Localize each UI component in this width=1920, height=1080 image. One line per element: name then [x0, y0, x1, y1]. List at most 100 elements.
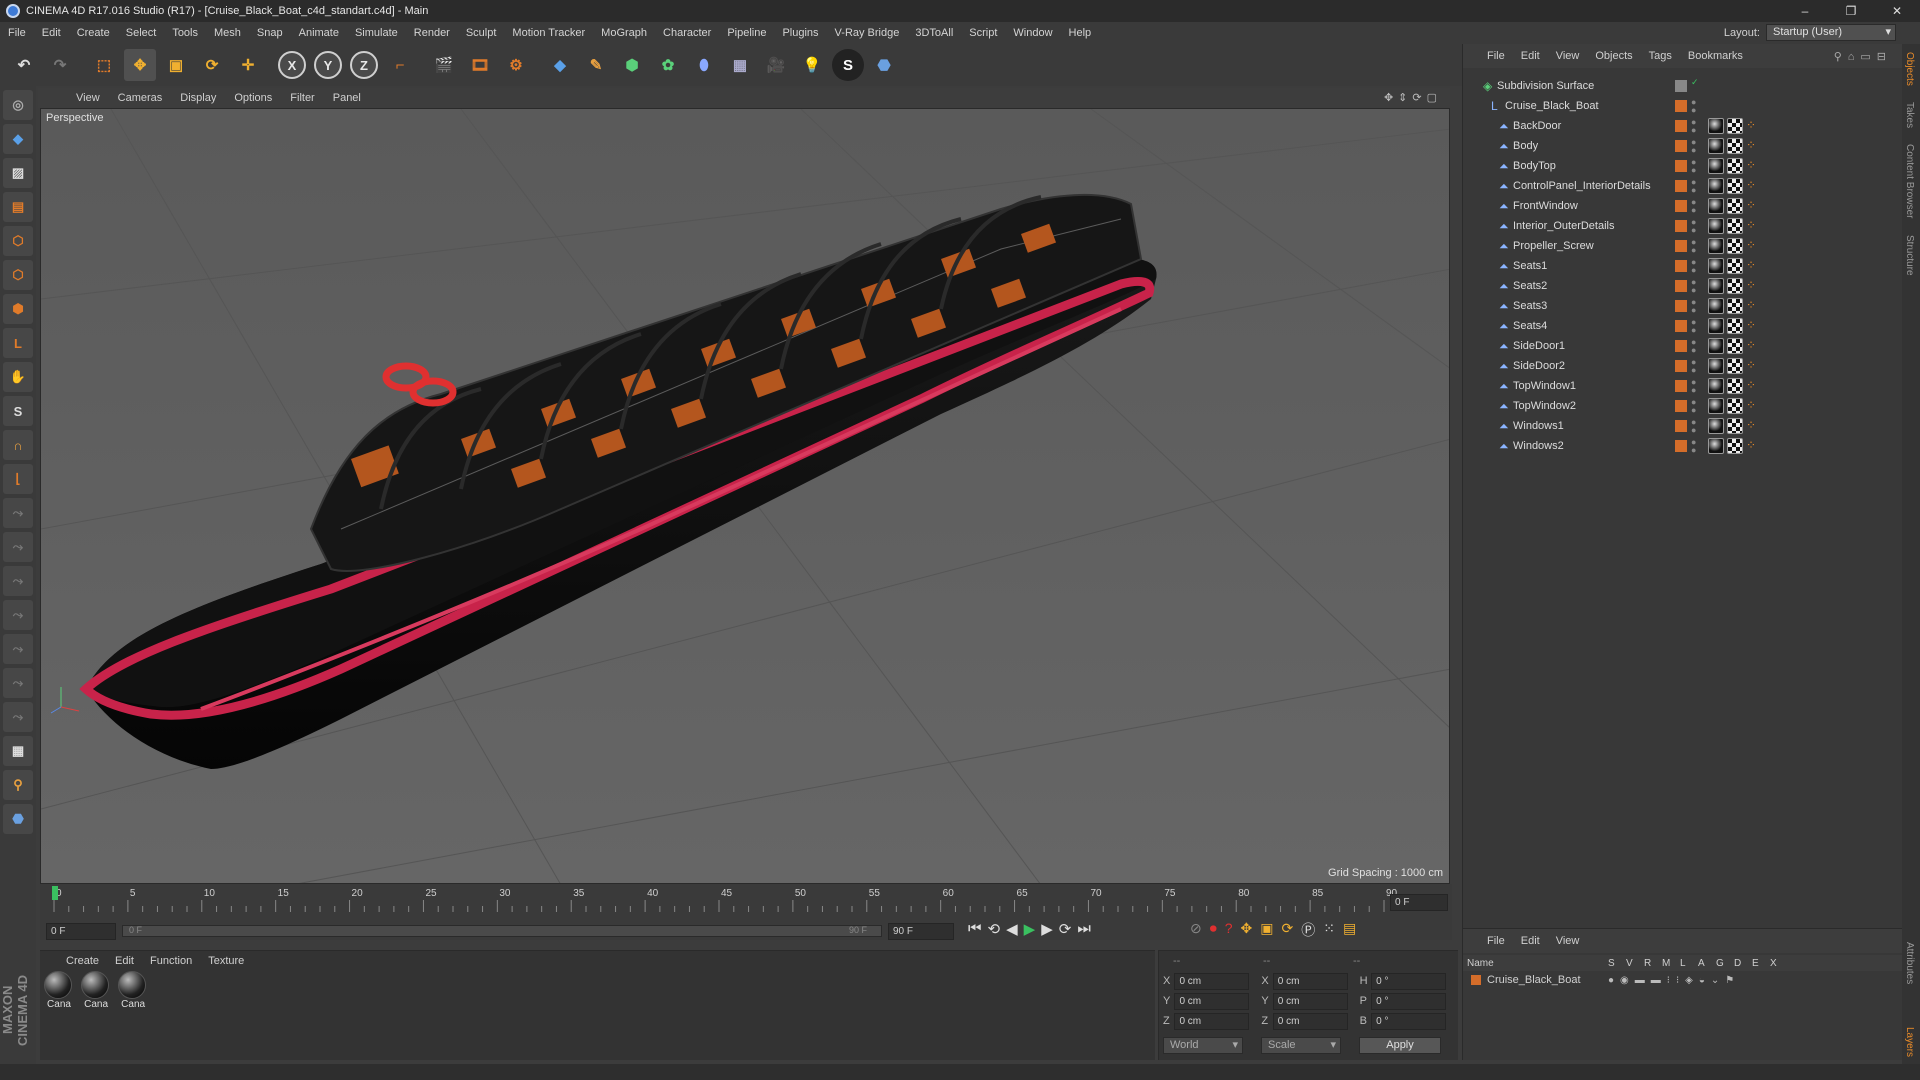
sculpt-smooth-icon[interactable]: ⤳ — [3, 566, 33, 596]
timeline-menu-icon[interactable]: ▤ — [1343, 920, 1356, 940]
object-tree-item[interactable]: ⏶ Windows2 ● ● ⁘ — [1463, 436, 1903, 456]
rotation-p-field[interactable]: 0 ° — [1371, 992, 1446, 1010]
object-tree-item[interactable]: ⏶ ControlPanel_InteriorDetails ● ● ⁘ — [1463, 176, 1903, 196]
close-button[interactable]: ✕ — [1874, 0, 1920, 22]
object-tree-item[interactable]: ⏶ FrontWindow ● ● ⁘ — [1463, 196, 1903, 216]
texture-tag-icon[interactable] — [1727, 418, 1743, 434]
layer-color-swatch[interactable] — [1675, 220, 1687, 232]
visibility-dots-icon[interactable]: ● ● — [1691, 98, 1696, 115]
material-tag-icon[interactable] — [1708, 298, 1724, 314]
object-tree-item[interactable]: L Cruise_Black_Boat ● ● — [1463, 96, 1903, 116]
mograph-cloner-icon[interactable]: ✿ — [652, 49, 684, 81]
phong-tag-icon[interactable]: ⁘ — [1746, 238, 1762, 254]
cube-object-icon[interactable]: ◆ — [544, 49, 576, 81]
object-tree-item[interactable]: ⏶ SideDoor1 ● ● ⁘ — [1463, 336, 1903, 356]
x-axis-lock-icon[interactable]: X — [276, 49, 308, 81]
play-icon[interactable]: ▶ — [1024, 920, 1036, 938]
phong-tag-icon[interactable]: ⁘ — [1746, 378, 1762, 394]
texture-tag-icon[interactable] — [1727, 438, 1743, 454]
workplane-icon[interactable]: ▤ — [3, 192, 33, 222]
material-tag-icon[interactable] — [1708, 418, 1724, 434]
object-tree-root[interactable]: ◈ Subdivision Surface ✓ — [1463, 76, 1903, 96]
material-tag-icon[interactable] — [1708, 338, 1724, 354]
layout-dropdown[interactable]: Startup (User) — [1766, 24, 1896, 41]
layer-color-swatch[interactable] — [1675, 320, 1687, 332]
layer-color-swatch[interactable] — [1675, 200, 1687, 212]
pen-spline-icon[interactable]: ✎ — [580, 49, 612, 81]
layer-color-swatch[interactable] — [1675, 440, 1687, 452]
sculpt-grab-icon[interactable]: ⤳ — [3, 668, 33, 698]
menu-sculpt[interactable]: Sculpt — [466, 27, 497, 39]
goto-start-icon[interactable]: ⏮ — [968, 920, 982, 938]
texture-tag-icon[interactable] — [1727, 358, 1743, 374]
object-tree-item[interactable]: ⏶ TopWindow1 ● ● ⁘ — [1463, 376, 1903, 396]
texture-tag-icon[interactable] — [1727, 378, 1743, 394]
texture-tag-icon[interactable] — [1727, 338, 1743, 354]
phong-tag-icon[interactable]: ⁘ — [1746, 298, 1762, 314]
y-axis-lock-icon[interactable]: Y — [312, 49, 344, 81]
material-item[interactable]: Cana — [44, 971, 74, 1010]
layer-color-swatch[interactable] — [1675, 120, 1687, 132]
restore-button[interactable]: ❐ — [1828, 0, 1874, 22]
goto-prev-key-icon[interactable]: ⟲ — [988, 920, 1001, 938]
size-x-field[interactable]: 0 cm — [1272, 972, 1348, 990]
minimize-button[interactable]: – — [1782, 0, 1828, 22]
menu-snap[interactable]: Snap — [257, 27, 283, 39]
om-menu-bookmarks[interactable]: Bookmarks — [1688, 50, 1743, 62]
coordinate-mode-dropdown[interactable]: World — [1163, 1037, 1243, 1054]
menu-help[interactable]: Help — [1069, 27, 1092, 39]
step-back-icon[interactable]: ◀ — [1006, 920, 1018, 938]
menu-edit[interactable]: Edit — [42, 27, 61, 39]
object-tree-item[interactable]: ⏶ Seats2 ● ● ⁘ — [1463, 276, 1903, 296]
sculpt-wax-icon[interactable]: ⤳ — [3, 702, 33, 732]
tab-layers[interactable]: Layers — [1902, 1019, 1917, 1065]
viewport-menu-options[interactable]: Options — [234, 92, 272, 104]
python-script-icon[interactable]: ⬣ — [3, 804, 33, 834]
texture-tag-icon[interactable] — [1727, 178, 1743, 194]
material-tag-icon[interactable] — [1708, 138, 1724, 154]
rotate-icon[interactable]: ⟳ — [196, 49, 228, 81]
perspective-viewport[interactable]: Perspective Grid Spacing : 1000 cm — [40, 108, 1450, 884]
layer-color-swatch[interactable] — [1675, 380, 1687, 392]
viewport-menu-display[interactable]: Display — [180, 92, 216, 104]
phong-tag-icon[interactable]: ⁘ — [1746, 158, 1762, 174]
object-tree-item[interactable]: ⏶ Windows1 ● ● ⁘ — [1463, 416, 1903, 436]
size-z-field[interactable]: 0 cm — [1272, 1012, 1348, 1030]
vray-icon[interactable]: S — [832, 49, 864, 81]
visibility-dots-icon[interactable]: ● ● — [1691, 298, 1696, 315]
material-menu-function[interactable]: Function — [150, 955, 192, 967]
material-tag-icon[interactable] — [1708, 198, 1724, 214]
object-tree-item[interactable]: ⏶ TopWindow2 ● ● ⁘ — [1463, 396, 1903, 416]
polygons-mode-icon[interactable]: ⬢ — [3, 294, 33, 324]
timeline-ruler[interactable]: 051015202530354045505560657075808590 0 F — [40, 884, 1452, 922]
object-tree-item[interactable]: ⏶ Body ● ● ⁘ — [1463, 136, 1903, 156]
menu-vray-bridge[interactable]: V-Ray Bridge — [835, 27, 900, 39]
object-tree-item[interactable]: ⏶ Seats4 ● ● ⁘ — [1463, 316, 1903, 336]
menu-create[interactable]: Create — [77, 27, 110, 39]
layer-color-swatch[interactable] — [1675, 140, 1687, 152]
light-icon[interactable]: 💡 — [796, 49, 828, 81]
menu-animate[interactable]: Animate — [299, 27, 339, 39]
end-frame-field[interactable]: 90 F — [888, 923, 954, 940]
layer-row[interactable]: Cruise_Black_Boat ●◉▬▬⁝⁝◈◒⌄⚑ — [1463, 971, 1902, 989]
tweak-icon[interactable]: ✋ — [3, 362, 33, 392]
visibility-dots-icon[interactable]: ● ● — [1691, 218, 1696, 235]
model-mode-icon[interactable]: ◆ — [3, 124, 33, 154]
menu-character[interactable]: Character — [663, 27, 711, 39]
texture-tag-icon[interactable] — [1727, 158, 1743, 174]
object-tree-item[interactable]: ⏶ BackDoor ● ● ⁘ — [1463, 116, 1903, 136]
snap-icon[interactable]: S — [3, 396, 33, 426]
z-axis-lock-icon[interactable]: Z — [348, 49, 380, 81]
texture-tag-icon[interactable] — [1727, 318, 1743, 334]
sculpt-flatten-icon[interactable]: ⤳ — [3, 600, 33, 630]
position-z-field[interactable]: 0 cm — [1174, 1012, 1250, 1030]
menu-plugins[interactable]: Plugins — [782, 27, 818, 39]
phong-tag-icon[interactable]: ⁘ — [1746, 398, 1762, 414]
visibility-dots-icon[interactable]: ● ● — [1691, 278, 1696, 295]
coordinate-system-icon[interactable]: ⌐ — [384, 49, 416, 81]
om-menu-edit[interactable]: Edit — [1521, 50, 1540, 62]
texture-tag-icon[interactable] — [1727, 398, 1743, 414]
menu-motion-tracker[interactable]: Motion Tracker — [512, 27, 585, 39]
material-menu-edit[interactable]: Edit — [115, 955, 134, 967]
layer-color-swatch[interactable] — [1675, 260, 1687, 272]
